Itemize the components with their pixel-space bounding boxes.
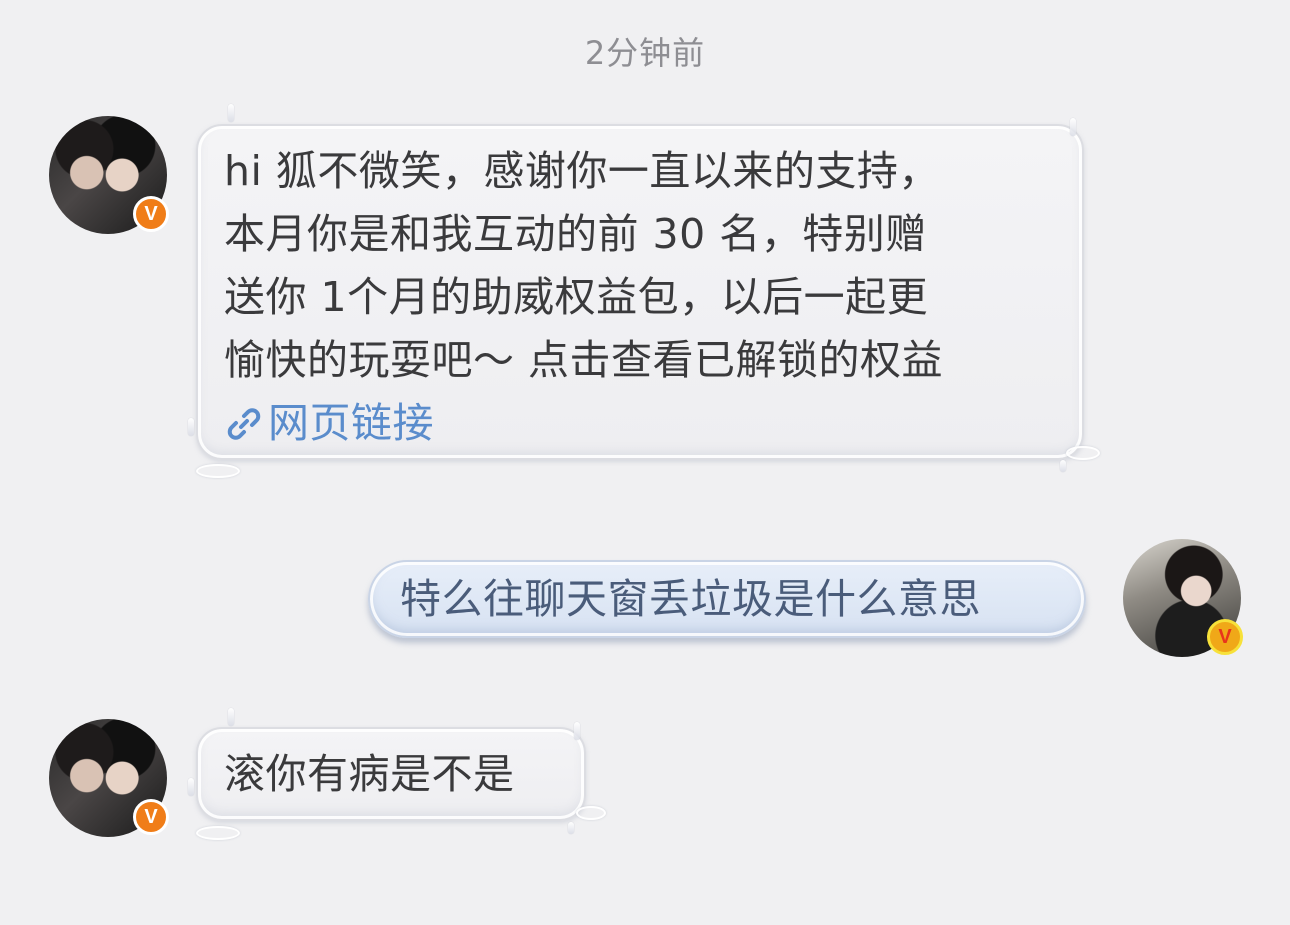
droplet-decoration (228, 708, 234, 726)
droplet-decoration (1060, 460, 1066, 472)
droplet-decoration (188, 418, 194, 436)
incoming-message-bubble[interactable]: 滚你有病是不是 (196, 727, 586, 821)
message-text: 滚你有病是不是 (224, 750, 515, 798)
message-text: 特么往聊天窗丢垃圾是什么意思 (400, 575, 981, 623)
splash-decoration (196, 826, 240, 840)
splash-decoration (196, 464, 240, 478)
droplet-decoration (568, 822, 574, 834)
droplet-decoration (188, 778, 194, 796)
droplet-decoration (574, 722, 580, 740)
message-line: 送你 1个月的助威权益包，以后一起更 (224, 273, 929, 321)
splash-decoration (576, 806, 606, 820)
web-link-label: 网页链接 (268, 399, 434, 447)
sender-avatar[interactable]: V (49, 116, 169, 234)
outgoing-message-bubble[interactable]: 特么往聊天窗丢垃圾是什么意思 (368, 560, 1086, 638)
verified-badge-icon: V (133, 799, 169, 835)
sender-avatar[interactable]: V (49, 719, 169, 837)
droplet-decoration (1070, 118, 1076, 136)
message-line: hi 狐不微笑，感谢你一直以来的支持， (224, 147, 940, 195)
web-link[interactable]: 网页链接 (224, 392, 1056, 455)
verified-badge-icon: V (1207, 619, 1243, 655)
incoming-message-bubble[interactable]: hi 狐不微笑，感谢你一直以来的支持， 本月你是和我互动的前 30 名，特别赠 … (196, 124, 1084, 460)
message-timestamp: 2分钟前 (584, 34, 706, 72)
splash-decoration (1066, 446, 1100, 460)
message-line: 愉快的玩耍吧～ 点击查看已解锁的权益 (224, 336, 944, 384)
droplet-decoration (228, 104, 234, 122)
link-icon (227, 407, 261, 440)
own-avatar[interactable]: V (1123, 539, 1243, 657)
message-line: 本月你是和我互动的前 30 名，特别赠 (224, 210, 927, 258)
verified-badge-icon: V (133, 196, 169, 232)
